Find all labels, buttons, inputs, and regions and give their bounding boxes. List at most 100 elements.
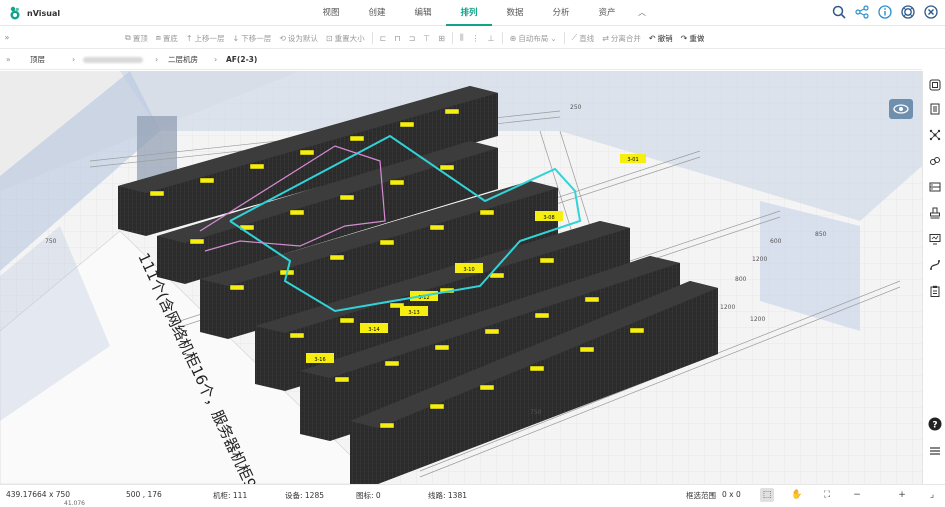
shape-count: 图标: 0 — [356, 491, 381, 500]
layers-icon[interactable] — [927, 77, 942, 92]
document-icon[interactable] — [927, 101, 942, 116]
svg-text:?: ? — [932, 420, 937, 430]
eye-icon — [893, 104, 909, 114]
top-right-icons — [831, 4, 939, 20]
split-merge-icon: ⇄ — [602, 33, 609, 43]
help-icon[interactable]: ? — [927, 416, 942, 431]
line-count: 线路: 1381 — [428, 491, 467, 500]
breadcrumb-floor[interactable]: 二层机房 — [168, 54, 198, 65]
close-icon[interactable] — [923, 4, 939, 20]
reset-size-icon: ⊡ — [325, 33, 333, 43]
select-tool-icon[interactable]: ⬚ — [760, 488, 774, 502]
device-icon[interactable] — [927, 179, 942, 194]
breadcrumb-blurred-item[interactable] — [83, 56, 143, 63]
visibility-toggle-button[interactable] — [889, 99, 913, 119]
align-left-icon[interactable]: ⊏ — [376, 34, 391, 43]
breadcrumb-expand-icon[interactable]: » — [6, 55, 11, 64]
path-icon[interactable] — [927, 257, 942, 272]
straight-line-button[interactable]: ⟋ 直线 — [568, 33, 599, 44]
bring-to-front-button[interactable]: ⧉ 置顶 — [121, 33, 152, 44]
pan-tool-icon[interactable]: ✋ — [790, 488, 804, 502]
toolbar-divider — [451, 32, 453, 44]
menu-analysis[interactable]: 分析 — [538, 0, 584, 26]
main-menu: 视图 创建 编辑 排列 数据 分析 资产 ︿ — [308, 0, 654, 26]
breadcrumb-separator-icon: › — [155, 55, 159, 64]
right-sidebar: ? — [922, 71, 945, 484]
chevron-down-icon: ⌄ — [550, 33, 557, 43]
svg-text:750: 750 — [530, 409, 542, 416]
minimap-toggle-icon[interactable]: ⌟ — [925, 488, 939, 502]
distribute-v-icon[interactable]: ⋮ — [468, 34, 484, 43]
selection-range-label: 框选范围 — [686, 491, 716, 500]
app-name: nVisual — [27, 8, 61, 18]
split-merge-button[interactable]: ⇄ 分离合并 — [598, 33, 645, 44]
move-up-icon: ↑ — [185, 33, 193, 43]
datacenter-scene[interactable]: 3-16 3-14 3-13 3-12 3-10 3-08 3-01 111个(… — [0, 71, 922, 484]
reset-size-button[interactable]: ⊡ 重置大小 — [322, 33, 369, 44]
app-logo: nVisual — [9, 6, 60, 20]
fit-screen-icon[interactable]: ⛶ — [820, 488, 834, 502]
menu-edit[interactable]: 编辑 — [400, 0, 446, 26]
move-up-button[interactable]: ↑ 上移一层 — [182, 33, 229, 44]
breadcrumb: » 顶层 › › 二层机房 › AF(2-3) — [0, 50, 922, 70]
move-down-icon: ↓ — [232, 33, 240, 43]
device-count: 设备: 1285 — [285, 491, 324, 500]
svg-text:1200: 1200 — [752, 256, 767, 263]
align-middle-icon[interactable]: ⊞ — [434, 34, 449, 43]
cursor-coordinates: 439.17664 x 750 — [6, 490, 71, 499]
rack-label-3-16: 3-16 — [314, 357, 325, 363]
share-icon[interactable] — [854, 4, 870, 20]
3d-viewport[interactable]: 3-16 3-14 3-13 3-12 3-10 3-08 3-01 111个(… — [0, 71, 922, 484]
top-menu-bar: nVisual 视图 创建 编辑 排列 数据 分析 资产 ︿ — [0, 0, 945, 26]
rack-label-3-01: 3-01 — [627, 157, 638, 163]
cabinet-count: 机柜: 111 — [213, 491, 248, 500]
search-icon[interactable] — [831, 4, 847, 20]
svg-text:1200: 1200 — [750, 316, 765, 323]
align-bottom-icon[interactable]: ⊥ — [484, 34, 499, 43]
settings-icon[interactable] — [900, 4, 916, 20]
zoom-out-icon[interactable]: − — [850, 488, 864, 502]
rack-label-3-13: 3-13 — [408, 310, 419, 316]
info-icon[interactable] — [877, 4, 893, 20]
auto-layout-dropdown[interactable]: ⊕ 自动布局 ⌄ — [506, 33, 561, 44]
network-icon[interactable] — [927, 127, 942, 142]
nvisual-logo-icon — [10, 6, 20, 20]
svg-text:750: 750 — [45, 238, 57, 245]
canvas-size: 500 , 176 — [126, 490, 162, 499]
chevron-up-icon[interactable]: ︿ — [630, 0, 654, 26]
menu-icon[interactable] — [927, 443, 942, 458]
menu-create[interactable]: 创建 — [354, 0, 400, 26]
toolbar-divider — [501, 32, 503, 44]
distribute-h-icon[interactable]: ⫼ — [456, 33, 468, 43]
line-icon: ⟋ — [571, 33, 578, 42]
breadcrumb-root[interactable]: 顶层 — [30, 54, 45, 65]
toolbar-divider — [563, 32, 565, 44]
send-to-back-icon: ⧈ — [155, 33, 161, 42]
monitor-icon[interactable] — [927, 231, 942, 246]
svg-text:250: 250 — [570, 104, 582, 111]
link-icon[interactable] — [927, 153, 942, 168]
bring-to-front-icon: ⧉ — [125, 33, 131, 42]
menu-assets[interactable]: 资产 — [584, 0, 630, 26]
arrange-toolbar: » ⧉ 置顶 ⧈ 置底 ↑ 上移一层 ↓ 下移一层 ⟲ 设为默认 ⊡ 重置大小 ⊏ ⊓ ⊐ … — [0, 27, 945, 49]
align-center-icon[interactable]: ⊓ — [390, 34, 404, 43]
undo-button[interactable]: ↶ 撤销 — [645, 33, 677, 44]
toolbar-divider — [371, 32, 373, 44]
menu-view[interactable]: 视图 — [308, 0, 354, 26]
send-to-back-button[interactable]: ⧈ 置底 — [152, 33, 182, 44]
status-bar: 439.17664 x 750 41.076 500 , 176 机柜: 111… — [0, 484, 945, 507]
clipboard-icon[interactable] — [927, 283, 942, 298]
align-top-icon[interactable]: ⊤ — [419, 34, 434, 43]
stamp-icon[interactable] — [927, 205, 942, 220]
expand-panel-icon[interactable]: » — [0, 33, 14, 42]
rack-label-3-10: 3-10 — [463, 267, 474, 273]
align-right-icon[interactable]: ⊐ — [405, 34, 420, 43]
breadcrumb-current: AF(2-3) — [226, 55, 258, 64]
menu-data[interactable]: 数据 — [492, 0, 538, 26]
redo-button[interactable]: ↷ 重做 — [677, 33, 709, 44]
rack-label-3-14: 3-14 — [368, 327, 379, 333]
set-default-button[interactable]: ⟲ 设为默认 — [275, 33, 322, 44]
menu-arrange[interactable]: 排列 — [446, 0, 492, 26]
move-down-button[interactable]: ↓ 下移一层 — [229, 33, 276, 44]
zoom-in-icon[interactable]: + — [895, 488, 909, 502]
